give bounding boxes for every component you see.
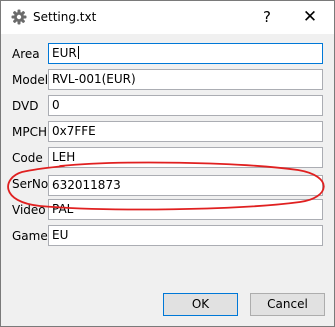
help-button[interactable]: ? xyxy=(251,1,283,33)
video-field[interactable]: PAL xyxy=(48,199,323,220)
model-label: Model xyxy=(12,73,49,87)
help-icon: ? xyxy=(263,8,271,26)
area-field[interactable]: EUR xyxy=(48,43,323,64)
serno-label: SerNo xyxy=(12,177,49,191)
dvd-field[interactable]: 0 xyxy=(48,95,323,116)
game-label: Game xyxy=(12,229,48,243)
close-button[interactable]: ✕ xyxy=(287,1,333,33)
mpch-label: MPCH xyxy=(12,125,47,139)
area-value: EUR xyxy=(52,46,77,60)
title-bar: Setting.txt ? ✕ xyxy=(1,1,334,34)
serno-field[interactable]: 632011873 xyxy=(48,175,323,196)
video-label: Video xyxy=(12,203,46,217)
ok-button[interactable]: OK xyxy=(163,293,238,316)
window-title: Setting.txt xyxy=(33,10,97,24)
mpch-field[interactable]: 0x7FFE xyxy=(48,121,323,142)
code-label: Code xyxy=(12,151,43,165)
cancel-button[interactable]: Cancel xyxy=(250,293,325,316)
dvd-label: DVD xyxy=(12,99,39,113)
game-field[interactable]: EU xyxy=(48,225,323,246)
gear-icon xyxy=(11,9,27,25)
text-caret xyxy=(77,46,79,59)
model-field[interactable]: RVL-001(EUR) xyxy=(48,69,323,90)
settings-dialog: Setting.txt ? ✕ Area EUR Model RVL-001(E… xyxy=(0,0,335,327)
code-field[interactable]: LEH xyxy=(48,147,323,168)
area-label: Area xyxy=(12,47,40,61)
close-icon: ✕ xyxy=(302,7,318,27)
